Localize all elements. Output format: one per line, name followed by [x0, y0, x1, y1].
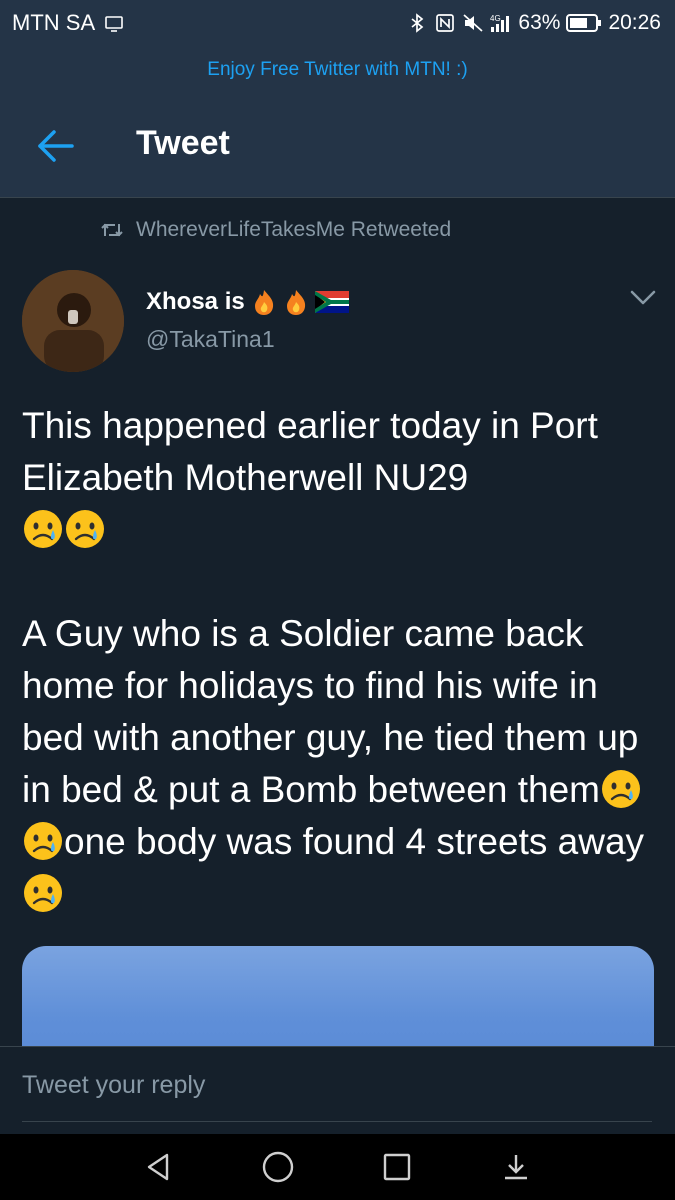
author-name-text: Xhosa is	[146, 288, 245, 315]
sad-emoji	[24, 874, 62, 912]
author-handle[interactable]: @TakaTina1	[146, 326, 275, 353]
tweet-paragraph-1: This happened earlier today in Port Eliz…	[22, 400, 662, 556]
battery-percent: 63%	[518, 11, 561, 34]
tweet-body: This happened earlier today in Port Eliz…	[22, 400, 662, 920]
carrier-label: MTN SA	[12, 10, 96, 35]
page-title: Tweet	[136, 124, 230, 162]
system-nav-bar	[0, 1134, 675, 1200]
retweet-label: WhereverLifeTakesMe Retweeted	[136, 218, 452, 241]
nav-recents-button[interactable]	[377, 1147, 417, 1187]
tweet-text-2b: one body was found 4 streets away	[64, 821, 645, 862]
signal-4g-icon: 4G	[490, 14, 510, 32]
svg-text:4G: 4G	[490, 14, 501, 23]
chevron-down-icon[interactable]	[628, 286, 658, 310]
nfc-icon	[436, 14, 455, 32]
status-bar: MTN SA 4G 63% 20:26	[0, 0, 675, 46]
sad-emoji	[24, 510, 62, 548]
sad-emoji	[24, 822, 62, 860]
nav-back-button[interactable]	[139, 1147, 179, 1187]
reply-bar: Tweet your reply	[0, 1046, 675, 1134]
pull-down-icon	[504, 1155, 527, 1180]
tweet-text-1: This happened earlier today in Port Eliz…	[22, 405, 609, 498]
muted-icon	[463, 14, 483, 32]
status-right: 4G 63% 20:26	[406, 11, 661, 35]
nav-recents-icon	[383, 1153, 411, 1181]
sad-emoji	[66, 510, 104, 548]
avatar[interactable]	[22, 270, 124, 372]
fire-emoji	[286, 290, 305, 315]
nav-notifications-button[interactable]	[496, 1147, 536, 1187]
fire-emoji	[254, 290, 273, 315]
clock: 20:26	[608, 11, 661, 34]
author-name[interactable]: Xhosa is	[146, 288, 349, 316]
south-africa-flag-emoji	[314, 291, 349, 313]
promo-banner[interactable]: Enjoy Free Twitter with MTN! :)	[0, 46, 675, 94]
status-left: MTN SA	[12, 10, 125, 36]
app-bar: Tweet	[0, 94, 675, 198]
retweet-icon	[101, 223, 123, 237]
reply-underline	[22, 1121, 652, 1122]
screen-cast-icon	[105, 16, 123, 32]
reply-input[interactable]: Tweet your reply	[22, 1071, 205, 1100]
tweet-text-2a: A Guy who is a Soldier came back home fo…	[22, 613, 649, 810]
avatar-photo	[22, 270, 124, 372]
back-arrow-icon[interactable]	[34, 124, 78, 168]
nav-back-icon	[148, 1153, 169, 1181]
retweet-context[interactable]: WhereverLifeTakesMe Retweeted	[100, 218, 451, 242]
tweet-paragraph-2: A Guy who is a Soldier came back home fo…	[22, 608, 662, 920]
nav-home-icon	[262, 1151, 294, 1183]
battery-icon	[566, 14, 602, 32]
bluetooth-icon	[411, 13, 424, 33]
sad-emoji	[601, 770, 640, 808]
nav-home-button[interactable]	[258, 1147, 298, 1187]
